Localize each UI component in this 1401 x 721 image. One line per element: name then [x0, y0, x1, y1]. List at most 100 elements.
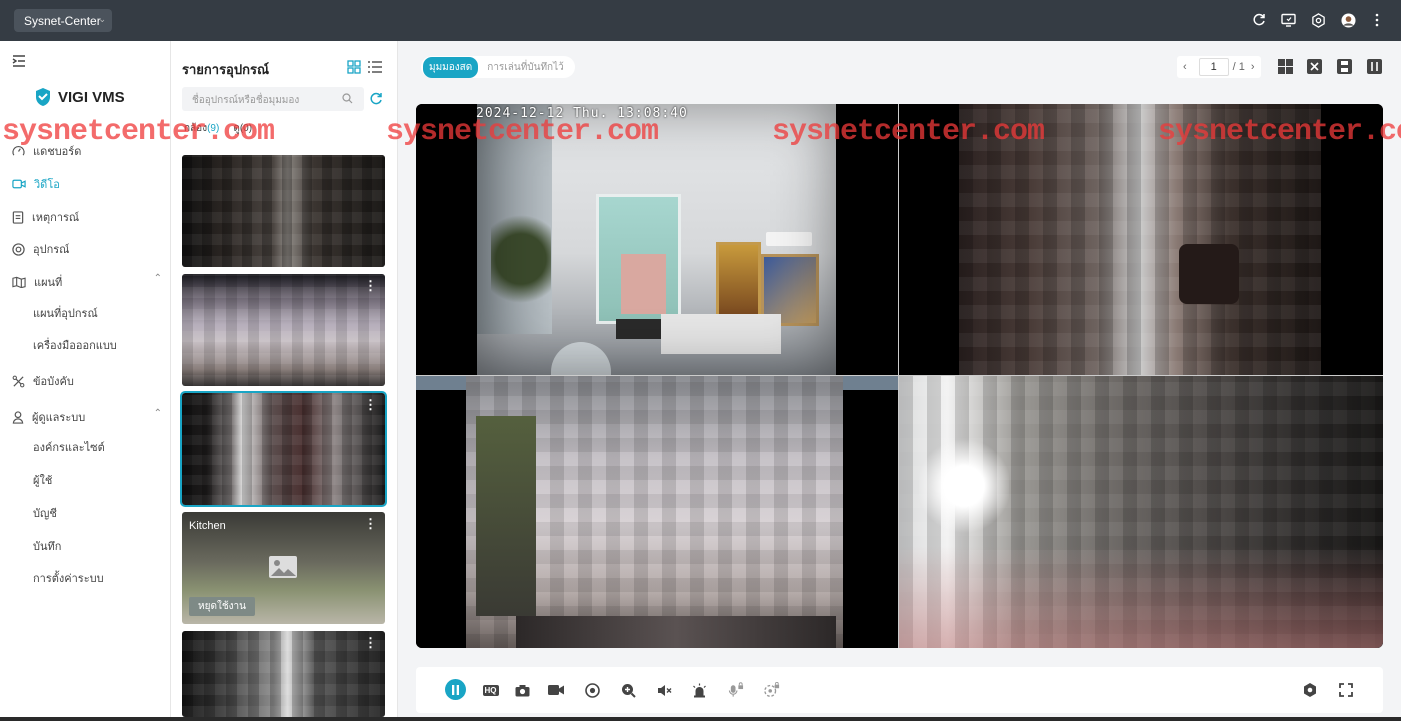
more-vertical-icon[interactable]: ⋮: [364, 278, 377, 294]
status-badge: หยุดใช้งาน: [189, 597, 255, 616]
sidebar-item-dashboard[interactable]: แดชบอร์ด: [12, 142, 162, 160]
sidebar-item-devices[interactable]: อุปกรณ์: [12, 240, 162, 258]
sidebar-item-rules[interactable]: ข้อบังคับ: [12, 372, 162, 390]
more-vertical-icon[interactable]: ⋮: [364, 516, 377, 532]
shield-logo-icon: [36, 88, 50, 106]
map-icon: [12, 276, 26, 288]
user-icon: [12, 410, 24, 424]
chevron-left-icon[interactable]: ‹: [1183, 61, 1187, 73]
view-mode-switch: มุมมองสด การเล่นที่บันทึกไว้: [421, 56, 575, 78]
tab-count: (9): [207, 123, 220, 134]
sidebar-item-label: อุปกรณ์: [33, 244, 70, 256]
hq-label: HQ: [482, 684, 499, 696]
camera-thumbnail[interactable]: [182, 155, 385, 267]
ptz-locked-icon[interactable]: [764, 682, 780, 698]
site-select[interactable]: Sysnet-Center ⌄: [14, 9, 112, 32]
sidebar-subitem-device-map[interactable]: แผนที่อุปกรณ์: [33, 304, 98, 322]
vigi-logo: VIGI VMS: [34, 87, 125, 107]
camera-thumbnail[interactable]: ⋮: [182, 274, 385, 386]
tab-views[interactable]: ดู(0): [233, 121, 252, 136]
sidebar-item-events[interactable]: เหตุการณ์: [12, 208, 162, 226]
more-vertical-icon[interactable]: ⋮: [364, 397, 377, 413]
target-icon[interactable]: [584, 682, 600, 698]
sidebar-subitem-system-settings[interactable]: การตั้งค่าระบบ: [33, 569, 104, 587]
close-all-icon[interactable]: [1307, 59, 1322, 77]
device-list-panel: รายการอุปกรณ์ ชื่ออุปกรณ์หรือชื่อมุมมอง …: [171, 41, 398, 717]
top-bar: Sysnet-Center ⌄: [0, 0, 1401, 41]
tab-count: (0): [239, 123, 253, 134]
sidebar-item-map[interactable]: แผนที่ ⌃: [12, 273, 162, 291]
chevron-right-icon[interactable]: ›: [1251, 61, 1255, 73]
sidebar-subitem-logs[interactable]: บันทึก: [33, 537, 61, 555]
refresh-icon[interactable]: [369, 92, 383, 109]
rules-icon: [12, 375, 25, 387]
split-view-icon[interactable]: [1367, 59, 1382, 77]
video-cell-4-selected[interactable]: [899, 376, 1383, 648]
playback-toolbar: HQ: [416, 667, 1383, 713]
layout-grid-icon[interactable]: [1278, 59, 1293, 77]
page-total: / 1: [1232, 61, 1245, 73]
camera-thumbnail[interactable]: ⋮: [182, 631, 385, 717]
bottom-edge: [0, 717, 1401, 721]
device-search-input[interactable]: ชื่ออุปกรณ์หรือชื่อมุมมอง: [182, 87, 364, 111]
monitor-icon[interactable]: [1280, 12, 1296, 28]
sidebar-subitem-design-tool[interactable]: เครื่องมือออกแบบ: [33, 336, 117, 354]
chevron-down-icon: ⌄: [98, 14, 106, 24]
sidebar-subitem-users[interactable]: ผู้ใช้: [33, 471, 52, 489]
event-icon: [12, 210, 24, 224]
pause-button[interactable]: [445, 679, 466, 700]
dashboard-icon: [12, 145, 25, 156]
tab-label: กล้อง: [184, 123, 208, 134]
sidebar-subitem-org-sites[interactable]: องค์กรและไซต์: [33, 438, 105, 456]
sidebar-item-admin[interactable]: ผู้ดูแลระบบ ⌃: [12, 408, 162, 426]
image-placeholder-icon: [269, 556, 297, 578]
hq-button[interactable]: HQ: [481, 682, 500, 698]
camera-thumbnail-selected[interactable]: ⋮: [180, 391, 387, 507]
video-cell-office[interactable]: 2024-12-12 Thu. 13:08:40: [416, 104, 898, 375]
sidebar-item-label: แดชบอร์ด: [33, 146, 82, 158]
main-area: มุมมองสด การเล่นที่บันทึกไว้ ‹ 1 / 1 › 2…: [399, 41, 1401, 717]
tab-cameras[interactable]: กล้อง(9): [184, 121, 219, 136]
collapse-menu-icon[interactable]: [12, 55, 26, 70]
tab-playback[interactable]: การเล่นที่บันทึกไว้: [478, 57, 573, 78]
tab-live-view[interactable]: มุมมองสด: [423, 56, 479, 78]
sidebar-item-label: แผนที่: [34, 277, 63, 289]
fullscreen-icon[interactable]: [1338, 682, 1354, 698]
snapshot-camera-icon[interactable]: [514, 682, 530, 698]
record-video-icon[interactable]: [548, 682, 564, 698]
more-vertical-icon[interactable]: [1369, 12, 1385, 28]
camera-name: Kitchen: [189, 520, 226, 532]
sidebar-subitem-accounts[interactable]: บัญชี: [33, 504, 57, 522]
sidebar-item-video[interactable]: วิดีโอ: [12, 175, 162, 193]
device-icon: [12, 242, 25, 256]
search-icon[interactable]: [342, 93, 353, 107]
site-select-label: Sysnet-Center: [24, 14, 101, 28]
alarm-icon[interactable]: [691, 682, 707, 698]
chevron-up-icon: ⌃: [153, 408, 162, 419]
video-cell-3[interactable]: [416, 376, 898, 648]
chevron-up-icon: ⌃: [153, 273, 162, 284]
more-vertical-icon[interactable]: ⋮: [364, 635, 377, 651]
zoom-in-icon[interactable]: [620, 682, 636, 698]
video-cell-2[interactable]: [899, 104, 1383, 375]
logo-text: VIGI VMS: [58, 88, 125, 106]
device-list-title: รายการอุปกรณ์: [182, 62, 270, 77]
sidebar-item-label: วิดีโอ: [34, 179, 60, 191]
list-view-icon[interactable]: [368, 60, 382, 77]
sidebar-item-label: ข้อบังคับ: [33, 376, 74, 388]
mute-icon[interactable]: [656, 682, 672, 698]
save-view-icon[interactable]: [1337, 59, 1352, 77]
video-grid: 2024-12-12 Thu. 13:08:40: [416, 104, 1383, 648]
avatar[interactable]: [1340, 12, 1356, 28]
microphone-locked-icon[interactable]: [728, 682, 744, 698]
camera-thumbnail-kitchen[interactable]: Kitchen ⋮ หยุดใช้งาน: [182, 512, 385, 624]
grid-view-icon[interactable]: [347, 60, 361, 77]
gear-icon[interactable]: [1302, 682, 1318, 698]
page-input[interactable]: 1: [1198, 58, 1229, 76]
video-icon: [12, 179, 26, 189]
sidebar: VIGI VMS แดชบอร์ด วิดีโอ เหตุการณ์ อุปกร…: [0, 41, 171, 717]
sidebar-item-label: เหตุการณ์: [32, 212, 80, 224]
sidebar-item-label: ผู้ดูแลระบบ: [32, 412, 86, 424]
refresh-icon[interactable]: [1251, 12, 1267, 28]
gear-icon[interactable]: [1310, 12, 1326, 28]
